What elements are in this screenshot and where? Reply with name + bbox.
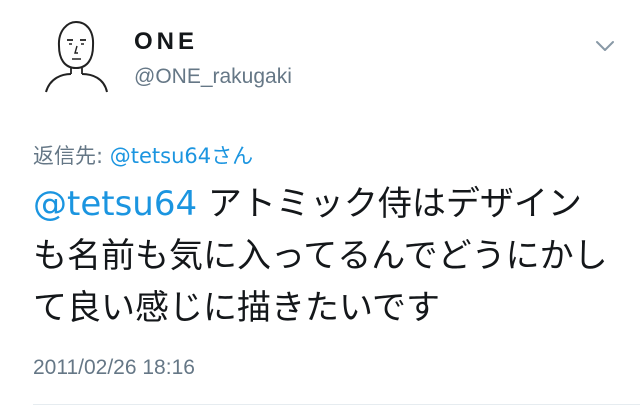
display-name[interactable]: ONE	[134, 28, 198, 56]
tweet-menu-button[interactable]	[594, 38, 616, 54]
chevron-down-icon	[596, 41, 614, 51]
reply-prefix: 返信先:	[33, 144, 110, 168]
tweet-timestamp[interactable]: 2011/02/26 18:16	[33, 356, 195, 380]
divider	[33, 404, 640, 405]
user-handle[interactable]: @ONE_rakugaki	[134, 65, 292, 89]
reply-mention-link[interactable]: @tetsu64	[110, 144, 211, 168]
reply-mention-suffix[interactable]: さん	[211, 144, 253, 168]
tweet-mention-link[interactable]: @tetsu64	[33, 184, 197, 224]
tweet-card: ONE @ONE_rakugaki 返信先: @tetsu64さん @tetsu…	[0, 0, 640, 410]
tweet-text: @tetsu64 アトミック侍はデザインも名前も気に入ってるんでどうにかして良い…	[33, 178, 613, 334]
avatar[interactable]	[36, 16, 116, 96]
doodle-face-avatar-icon	[45, 20, 108, 93]
reply-to-line: 返信先: @tetsu64さん	[33, 140, 253, 170]
